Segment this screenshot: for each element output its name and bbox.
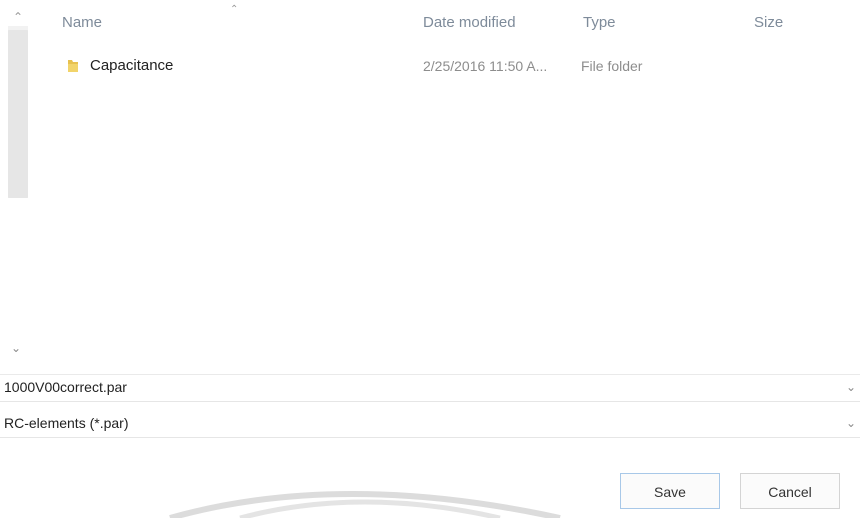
scrollbar-thumb[interactable] <box>8 30 28 198</box>
chevron-down-icon[interactable]: ⌄ <box>846 416 856 430</box>
column-header-date-modified[interactable]: Date modified <box>423 14 516 31</box>
scroll-down-icon[interactable]: ⌄ <box>8 340 24 356</box>
file-date-modified: 2/25/2016 11:50 A... <box>423 58 548 74</box>
column-header-type[interactable]: Type <box>583 14 616 31</box>
chevron-down-icon[interactable]: ⌄ <box>846 380 856 394</box>
scroll-up-icon[interactable]: ⌃ <box>10 9 26 25</box>
divider <box>0 401 860 402</box>
file-list-item[interactable]: Capacitance 2/25/2016 11:50 A... File fo… <box>52 54 792 80</box>
folder-icon <box>68 60 78 72</box>
file-type-selected: RC-elements (*.par) <box>4 415 129 431</box>
column-header-size[interactable]: Size <box>754 14 783 31</box>
divider <box>0 437 860 438</box>
file-type: File folder <box>581 58 643 74</box>
background-arcs-decoration <box>169 491 561 518</box>
file-name-combobox[interactable]: 1000V00correct.par ⌄ <box>0 374 860 402</box>
save-button[interactable]: Save <box>620 473 720 509</box>
divider <box>0 374 860 375</box>
column-header-name[interactable]: Name <box>62 14 102 31</box>
cancel-button[interactable]: Cancel <box>740 473 840 509</box>
file-name: Capacitance <box>90 57 174 74</box>
file-name-input[interactable]: 1000V00correct.par <box>4 379 127 395</box>
file-type-select[interactable]: RC-elements (*.par) ⌄ <box>0 410 860 438</box>
sort-indicator-icon: ⌃ <box>230 4 239 15</box>
save-file-dialog: ⌃ ⌄ ⌃ Name Date modified Type Size Capac… <box>0 0 860 518</box>
